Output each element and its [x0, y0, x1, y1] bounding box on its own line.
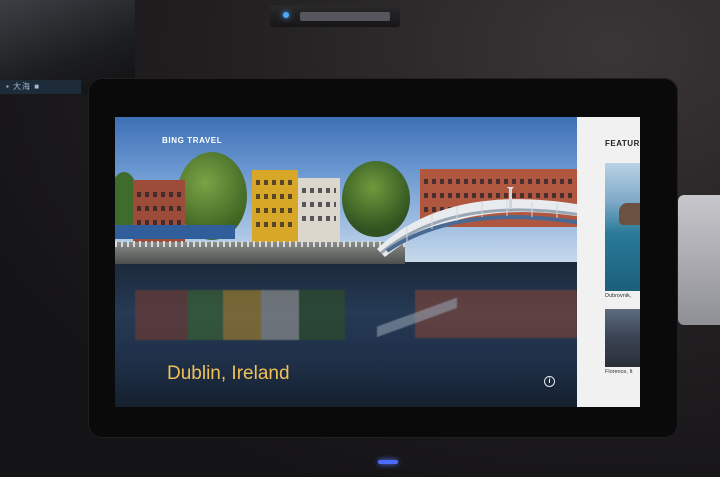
featured-heading: FEATURE — [605, 139, 640, 148]
featured-item-label: Florence, It — [605, 369, 633, 375]
right-object — [678, 195, 720, 325]
featured-item-dubrovnik[interactable]: Dubrovnik, — [605, 163, 640, 303]
left-device-strip: ▪ 大海 ■ — [0, 80, 81, 94]
webcam-light — [283, 12, 289, 18]
featured-item-florence[interactable]: Florence, It — [605, 309, 640, 381]
monitor-power-led — [378, 460, 398, 464]
bridge — [377, 187, 582, 257]
app-screen: BING TRAVEL Dublin, Ireland i FEATURE Du… — [115, 117, 640, 407]
hero-place-name[interactable]: Dublin, Ireland — [167, 363, 290, 385]
featured-thumbnail — [605, 309, 640, 367]
building-storefront — [115, 225, 235, 239]
building-yellow — [252, 170, 298, 242]
app-brand-title[interactable]: BING TRAVEL — [162, 136, 222, 145]
building-white — [298, 178, 340, 242]
reflection-bridge — [377, 267, 457, 387]
quay-railing — [115, 241, 405, 247]
info-icon[interactable]: i — [544, 376, 555, 387]
featured-thumbnail — [605, 163, 640, 291]
featured-panel: FEATURE Dubrovnik, Florence, It — [577, 117, 640, 407]
webcam-slot — [300, 12, 390, 21]
featured-item-label: Dubrovnik, — [605, 293, 632, 299]
reflection-buildings — [135, 290, 345, 340]
